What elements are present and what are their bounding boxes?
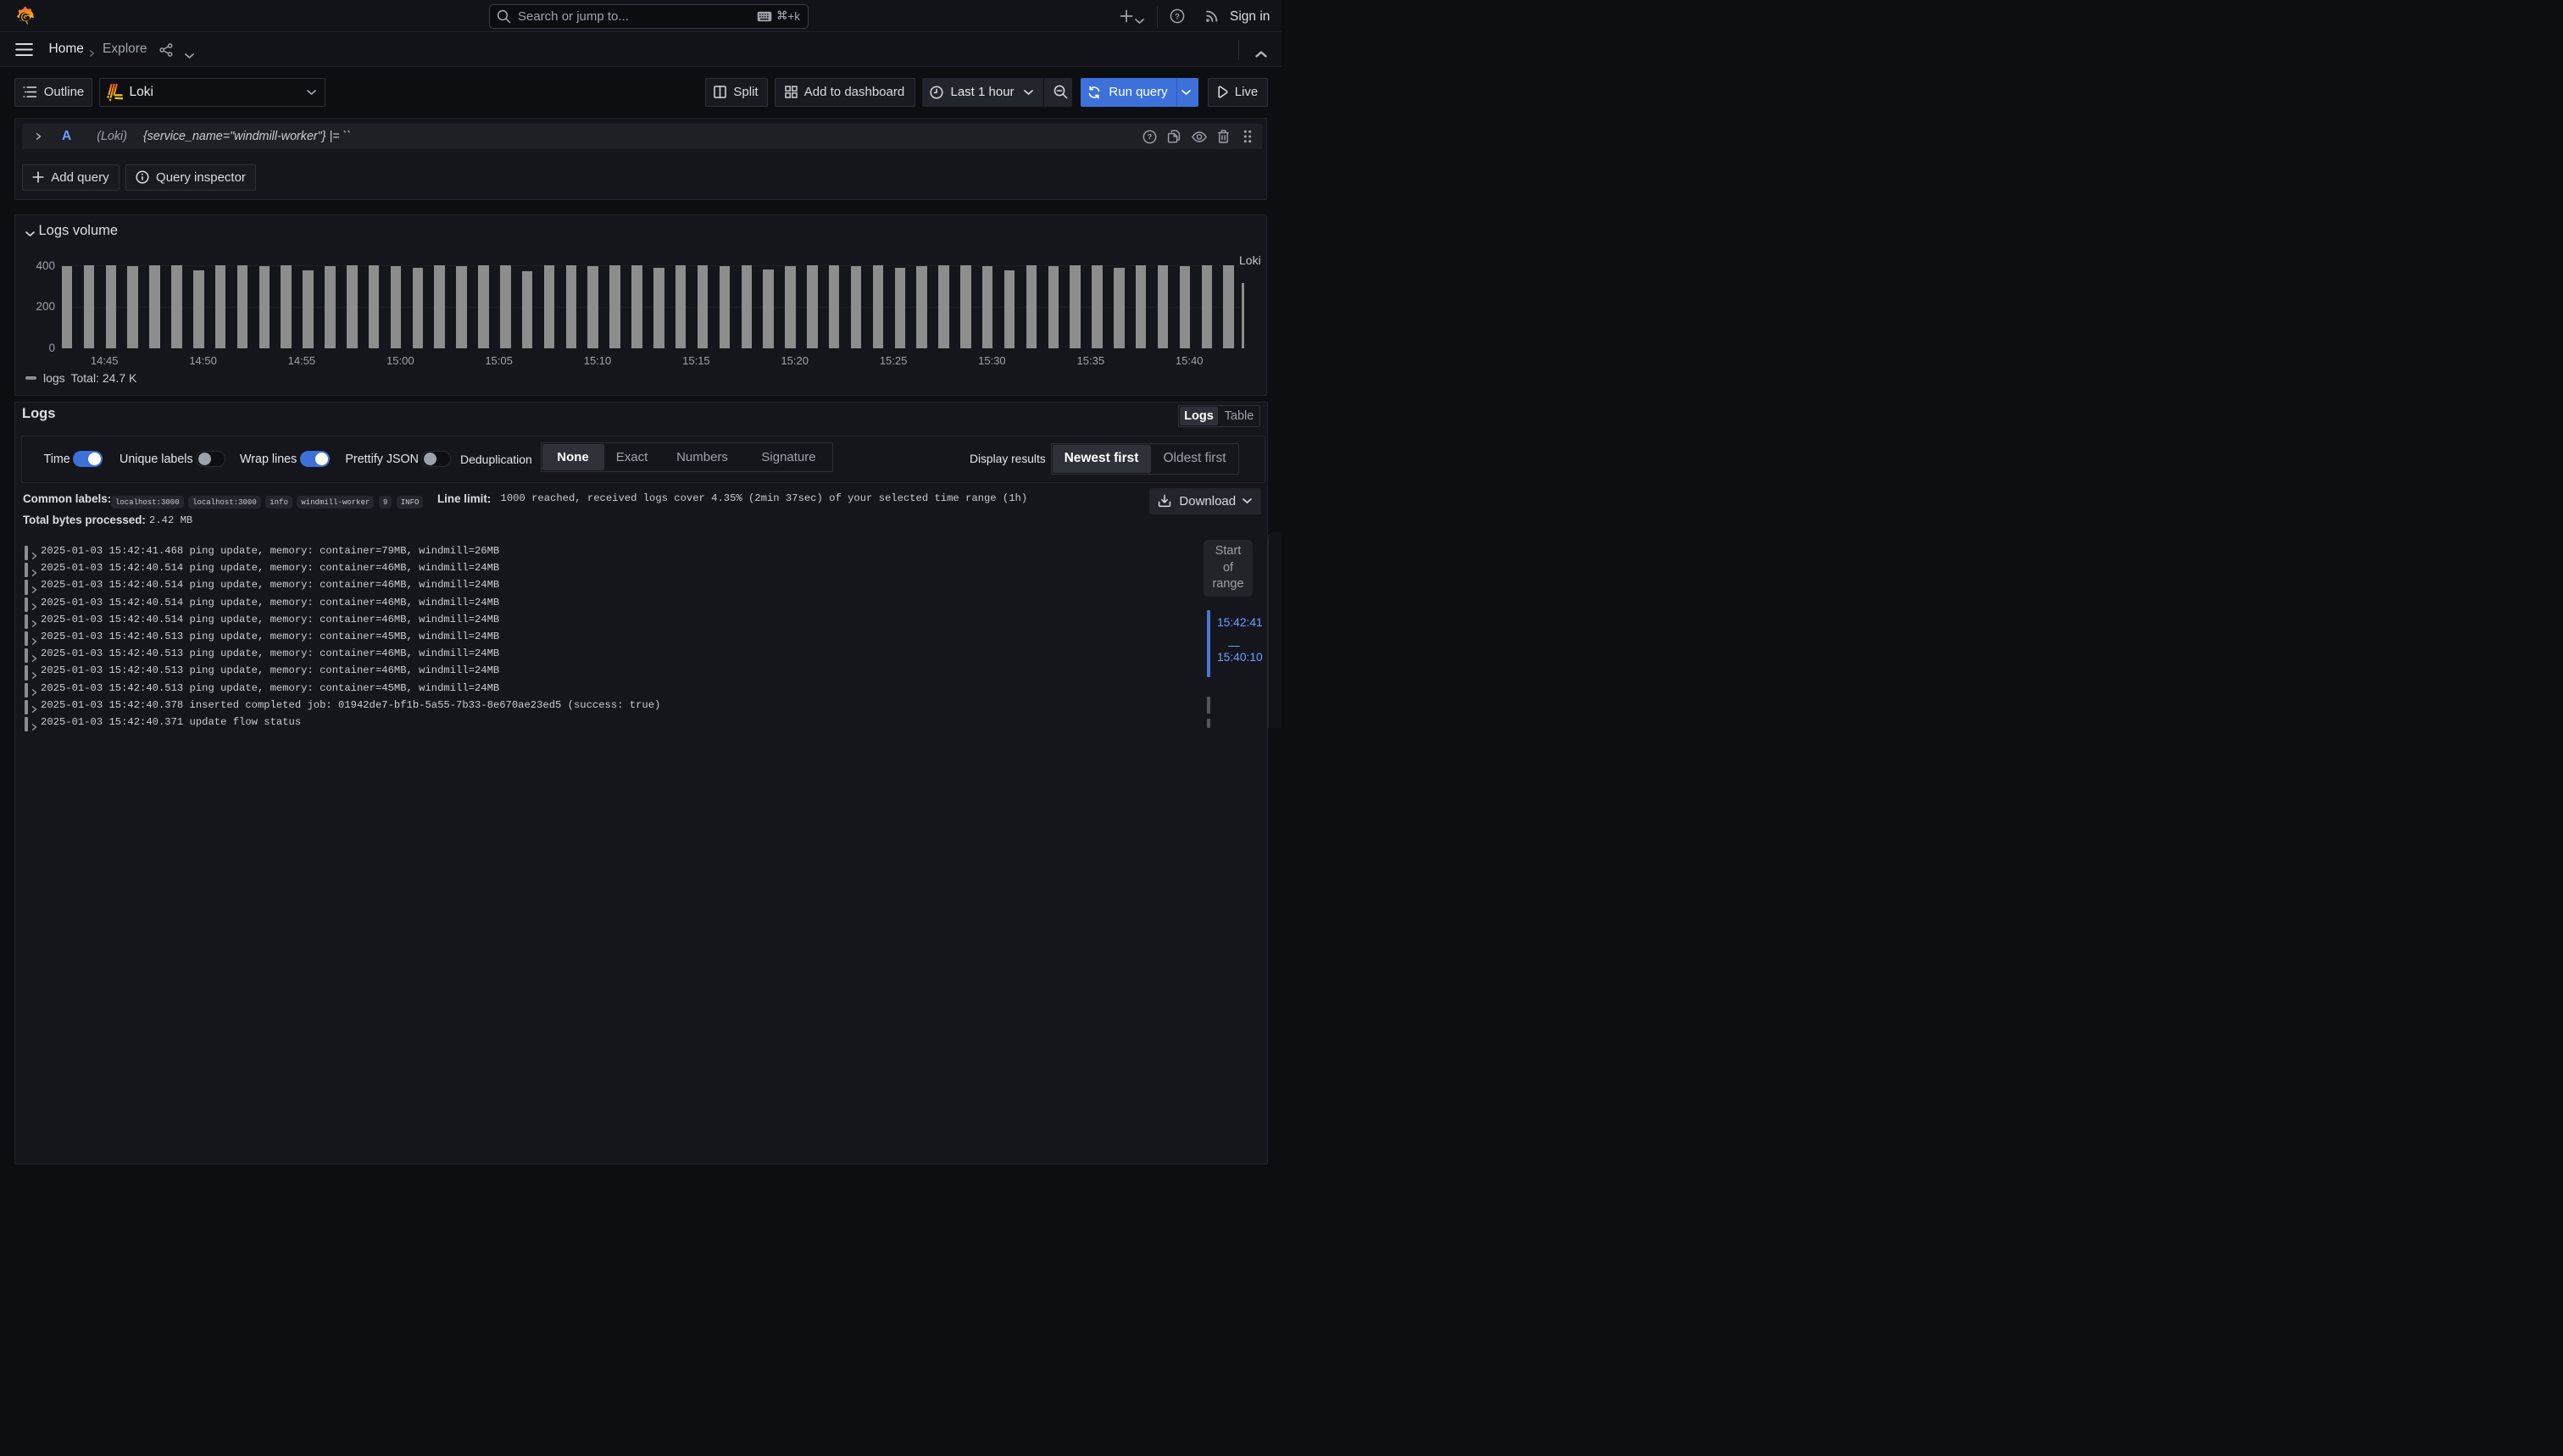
svg-text:?: ? <box>1175 12 1180 21</box>
svg-text:?: ? <box>1147 132 1151 141</box>
